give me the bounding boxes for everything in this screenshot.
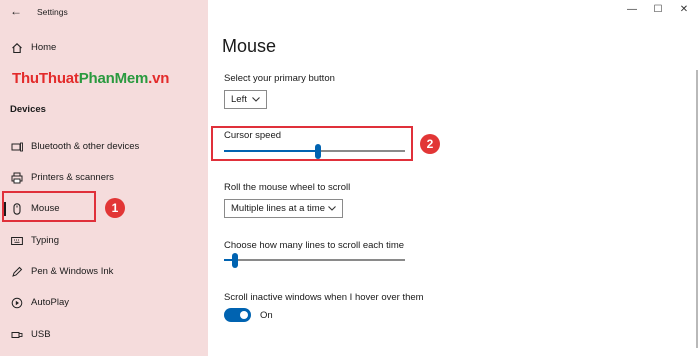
home-icon xyxy=(11,42,23,54)
chevron-down-icon xyxy=(251,94,261,104)
window-title: Settings xyxy=(37,7,68,17)
inactive-scroll-toggle[interactable] xyxy=(224,308,251,322)
scrollbar[interactable] xyxy=(696,70,698,348)
mouse-highlight-frame xyxy=(2,191,96,222)
sidebar-item-printers[interactable]: Printers & scanners xyxy=(0,167,208,189)
sidebar-item-label: Pen & Windows Ink xyxy=(31,266,114,277)
annotation-badge-1: 1 xyxy=(105,198,125,218)
slider-thumb[interactable] xyxy=(315,144,321,159)
cursor-speed-slider[interactable] xyxy=(224,144,405,159)
wheel-scroll-label: Roll the mouse wheel to scroll xyxy=(224,182,351,193)
cursor-speed-label: Cursor speed xyxy=(224,130,282,141)
sidebar-item-usb[interactable]: USB xyxy=(0,324,208,346)
usb-icon xyxy=(11,329,23,341)
sidebar-item-typing[interactable]: Typing xyxy=(0,230,208,252)
page-title: Mouse xyxy=(222,36,277,56)
back-button[interactable]: ← xyxy=(8,4,24,18)
watermark: ThuThuatPhanMem.vn xyxy=(12,70,170,87)
lines-to-scroll-label: Choose how many lines to scroll each tim… xyxy=(224,240,405,251)
inactive-scroll-label: Scroll inactive windows when I hover ove… xyxy=(224,292,424,303)
sidebar-item-label: Bluetooth & other devices xyxy=(31,141,140,152)
section-header-devices: Devices xyxy=(10,104,46,115)
slider-fill xyxy=(224,150,318,152)
lines-to-scroll-slider[interactable] xyxy=(224,253,405,268)
toggle-knob xyxy=(240,311,248,319)
close-button[interactable]: ✕ xyxy=(672,3,696,17)
annotation-badge-2: 2 xyxy=(420,134,440,154)
keyboard-icon xyxy=(11,235,23,247)
autoplay-icon xyxy=(11,297,23,309)
sidebar-item-home[interactable]: Home xyxy=(0,37,208,59)
primary-button-label: Select your primary button xyxy=(224,73,335,84)
main-content: — ☐ ✕ Mouse Select your primary button L… xyxy=(208,0,700,356)
bluetooth-devices-icon xyxy=(11,141,23,153)
sidebar-item-label: Typing xyxy=(31,235,59,246)
printer-icon xyxy=(11,172,23,184)
sidebar: ← Settings Home ThuThuatPhanMem.vn Devic… xyxy=(0,0,208,356)
sidebar-item-autoplay[interactable]: AutoPlay xyxy=(0,292,208,314)
pen-icon xyxy=(11,266,23,278)
sidebar-item-label: AutoPlay xyxy=(31,297,70,308)
sidebar-item-label: USB xyxy=(31,329,51,340)
wheel-scroll-select[interactable]: Multiple lines at a time xyxy=(224,199,343,218)
primary-button-value: Left xyxy=(231,94,247,105)
primary-button-select[interactable]: Left xyxy=(224,90,267,109)
sidebar-item-label: Printers & scanners xyxy=(31,172,114,183)
wheel-scroll-value: Multiple lines at a time xyxy=(231,203,325,214)
toggle-state-label: On xyxy=(260,310,273,321)
sidebar-item-label: Home xyxy=(31,42,57,53)
slider-track xyxy=(224,259,405,261)
minimize-button[interactable]: — xyxy=(620,3,644,17)
maximize-button[interactable]: ☐ xyxy=(646,3,670,17)
sidebar-item-bluetooth[interactable]: Bluetooth & other devices xyxy=(0,136,208,158)
slider-thumb[interactable] xyxy=(232,253,238,268)
sidebar-item-pen[interactable]: Pen & Windows Ink xyxy=(0,261,208,283)
chevron-down-icon xyxy=(327,203,337,213)
